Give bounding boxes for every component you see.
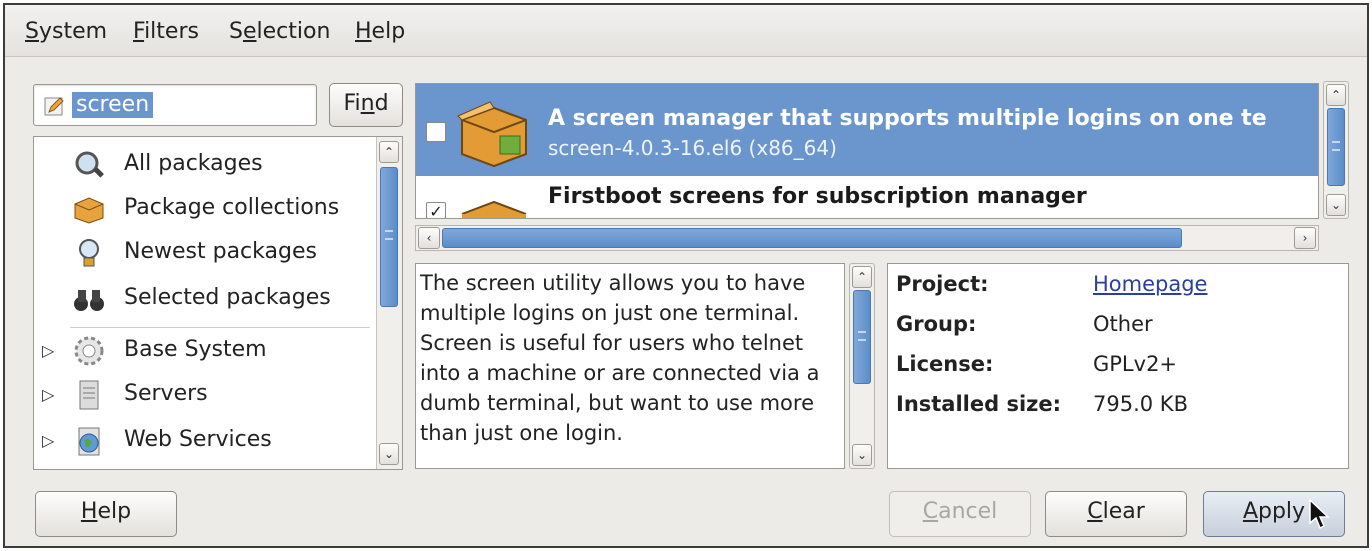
tree-item-package-collections[interactable]: Package collections (34, 187, 374, 231)
gear-icon (74, 336, 104, 366)
menu-help[interactable]: Help (355, 19, 405, 44)
scroll-up-icon[interactable]: ⌃ (852, 266, 872, 288)
license-value: GPLv2+ (1093, 352, 1178, 376)
package-summary: A screen manager that supports multiple … (548, 106, 1267, 131)
scroll-down-icon[interactable]: ⌄ (379, 443, 399, 465)
tree-scrollbar[interactable]: ⌃ ⌄ (376, 137, 402, 469)
installed-size-value: 795.0 KB (1093, 392, 1188, 416)
search-value[interactable]: screen (72, 92, 154, 118)
group-label: Group: (896, 312, 977, 336)
edit-pencil-icon (44, 97, 64, 116)
tree-scrollbar-thumb[interactable] (380, 167, 398, 307)
cancel-button[interactable]: Cancel (889, 491, 1031, 537)
package-name: screen-4.0.3-16.el6 (x86_64) (548, 136, 837, 160)
search-input[interactable]: screen (33, 84, 317, 126)
expander-arrow-icon[interactable]: ▷ (42, 385, 54, 404)
package-description: The screen utility allows you to have mu… (415, 263, 845, 469)
group-value: Other (1093, 312, 1153, 336)
mouse-cursor-icon (1309, 499, 1330, 530)
package-checkbox-checked[interactable]: ✓ (426, 202, 446, 218)
binoculars-icon (74, 290, 104, 311)
magnifier-package-icon (75, 151, 104, 178)
homepage-link[interactable]: Homepage (1093, 272, 1207, 296)
description-scrollbar-thumb[interactable] (853, 290, 871, 384)
package-list[interactable]: A screen manager that supports multiple … (415, 83, 1319, 219)
globe-icon (78, 427, 100, 456)
installed-size-label: Installed size: (896, 392, 1062, 416)
package-summary: Firstboot screens for subscription manag… (548, 184, 1087, 209)
package-row-selected[interactable]: A screen manager that supports multiple … (416, 84, 1318, 176)
menu-bar: System Filters Selection Help (5, 5, 1367, 57)
description-text: The screen utility allows you to have mu… (420, 271, 820, 445)
package-list-scrollbar[interactable]: ⌃ ⌄ (1323, 81, 1349, 219)
tree-item-all-packages[interactable]: All packages (34, 143, 374, 187)
package-list-scrollbar-thumb[interactable] (1327, 108, 1345, 186)
package-box-icon (457, 101, 527, 168)
category-tree[interactable]: All packages Package collections Newest … (33, 136, 403, 470)
scroll-up-icon[interactable]: ⌃ (1326, 84, 1346, 106)
description-scrollbar[interactable]: ⌃ ⌄ (849, 263, 875, 469)
clear-button[interactable]: Clear (1045, 491, 1187, 537)
package-box-icon (74, 197, 104, 224)
package-list-hscrollbar[interactable]: ‹ › (415, 225, 1319, 251)
package-manager-window: System Filters Selection Help screen Fin… (3, 3, 1369, 548)
lightbulb-icon (79, 239, 99, 267)
menu-filters[interactable]: Filters (133, 19, 199, 44)
tree-group-servers[interactable]: ▷ Servers (34, 373, 374, 417)
expander-arrow-icon[interactable]: ▷ (42, 341, 54, 360)
license-label: License: (896, 352, 994, 376)
project-label: Project: (896, 272, 989, 296)
tree-separator (70, 327, 370, 328)
tree-item-selected-packages[interactable]: Selected packages (34, 277, 374, 321)
menu-system[interactable]: System (25, 19, 107, 44)
find-button[interactable]: Find (329, 83, 403, 127)
help-button[interactable]: Help (35, 491, 177, 537)
menu-selection[interactable]: Selection (229, 19, 330, 44)
tree-group-web-services[interactable]: ▷ Web Services (34, 419, 374, 463)
server-icon (79, 380, 99, 410)
scroll-down-icon[interactable]: ⌄ (852, 444, 872, 466)
tree-group-base-system[interactable]: ▷ Base System (34, 329, 374, 373)
package-row[interactable]: ✓ Firstboot screens for subscription man… (416, 176, 1318, 218)
hscrollbar-thumb[interactable] (442, 228, 1182, 248)
scroll-down-icon[interactable]: ⌄ (1326, 194, 1346, 216)
package-box-icon (461, 200, 527, 218)
expander-arrow-icon[interactable]: ▷ (42, 431, 54, 450)
scroll-left-icon[interactable]: ‹ (418, 227, 440, 249)
tree-item-newest-packages[interactable]: Newest packages (34, 231, 374, 275)
scroll-right-icon[interactable]: › (1294, 227, 1316, 249)
scroll-up-icon[interactable]: ⌃ (379, 141, 399, 163)
package-checkbox[interactable] (426, 122, 446, 142)
package-details: Project: Homepage Group: Other License: … (887, 263, 1349, 469)
